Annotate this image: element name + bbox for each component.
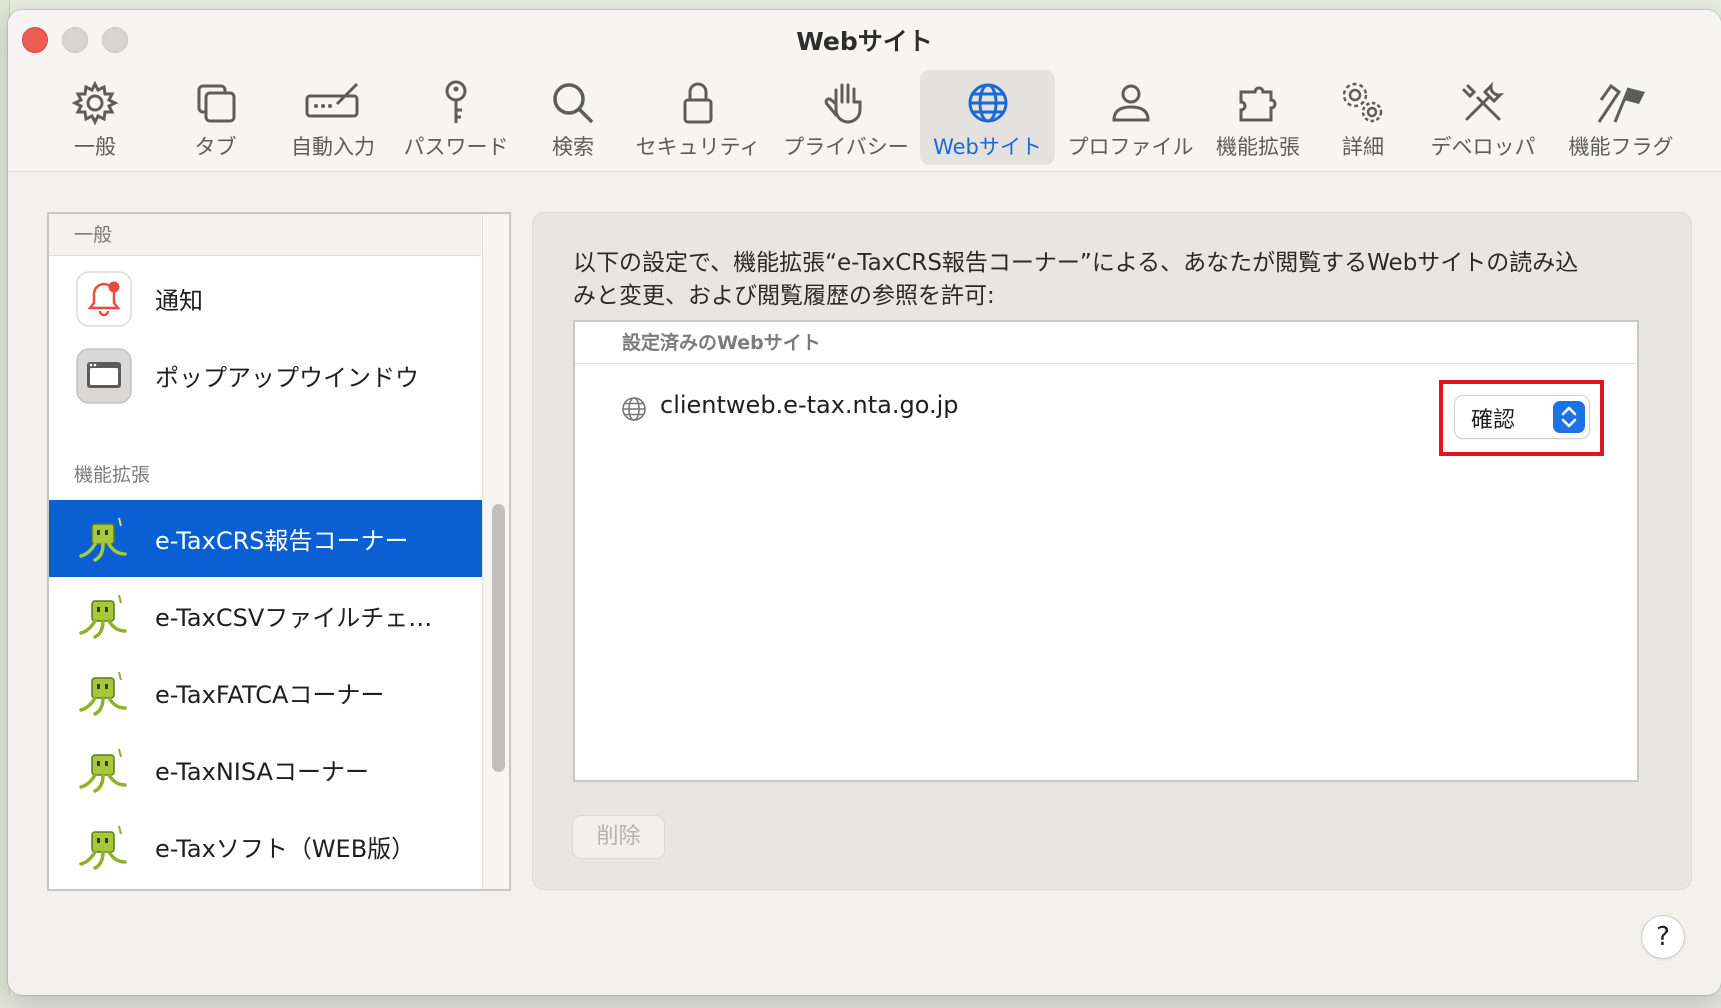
- person-icon: [1111, 84, 1150, 122]
- sidebar-item-etax-fatca[interactable]: e-TaxFATCAコーナー: [49, 654, 482, 731]
- desktop-background-bottom: [0, 995, 1721, 1008]
- sidebar-section-extensions: 機能拡張: [74, 464, 151, 486]
- toolbar-tab-security[interactable]: セキュリティ: [633, 70, 763, 165]
- key-icon: [445, 80, 467, 123]
- toolbar-label: プライバシー: [783, 135, 909, 159]
- permission-select-value: 確認: [1471, 408, 1516, 433]
- toolbar-tab-general[interactable]: 一般: [50, 70, 140, 165]
- toolbar-label: 機能フラグ: [1568, 135, 1674, 159]
- sidebar-item-etax-csv[interactable]: e-TaxCSVファイルチェ…: [49, 577, 482, 654]
- permission-description: 以下の設定で、機能拡張“e-TaxCRS報告コーナー”による、あなたが閲覧するW…: [573, 247, 1663, 313]
- delete-button[interactable]: 削除: [573, 816, 664, 858]
- toolbar-label: Webサイト: [933, 135, 1042, 159]
- toolbar-label: デベロッパ: [1430, 135, 1536, 159]
- toolbar-tab-feature-flags[interactable]: 機能フラグ: [1556, 70, 1686, 165]
- table-header: 設定済みのWebサイト: [575, 322, 1637, 364]
- description-line: みと変更、および閲覧履歴の参照を許可:: [573, 283, 995, 309]
- etax-mascot-icon: [79, 825, 127, 870]
- flags-icon: [1597, 83, 1645, 123]
- toolbar-tab-developer[interactable]: デベロッパ: [1428, 70, 1538, 165]
- sidebar-scrollbar-thumb[interactable]: [492, 504, 505, 772]
- toolbar-label: パスワード: [403, 135, 509, 159]
- settings-window: Webサイト 一般 タブ 自動入力 パスワード 検索 セキュリティ プライバシー…: [8, 10, 1721, 995]
- autofill-icon: [305, 82, 359, 118]
- toolbar-tab-websites[interactable]: Webサイト: [920, 70, 1055, 165]
- search-icon: [553, 83, 594, 124]
- sidebar-item-etax-crs[interactable]: e-TaxCRS報告コーナー: [49, 500, 482, 577]
- sidebar-item-etax-web[interactable]: e-Taxソフト（WEB版）: [49, 808, 482, 885]
- sidebar-item-label: e-TaxFATCAコーナー: [155, 681, 385, 709]
- toolbar-label: 自動入力: [291, 135, 375, 159]
- etax-mascot-icon: [79, 517, 127, 562]
- sidebar: 一般 通知 ポップアップウインドウ 機能拡張 e-TaxCRS報告コーナー e-…: [47, 212, 511, 891]
- sidebar-item-label: ポップアップウインドウ: [155, 364, 419, 392]
- toolbar-tab-extensions[interactable]: 機能拡張: [1208, 70, 1308, 165]
- gears-icon: [1342, 82, 1383, 123]
- window-title: Webサイト: [796, 27, 933, 56]
- help-button[interactable]: ?: [1642, 916, 1684, 958]
- toolbar-tab-privacy[interactable]: プライバシー: [780, 70, 912, 165]
- toolbar-label: プロファイル: [1067, 135, 1194, 159]
- website-settings-panel: 以下の設定で、機能拡張“e-TaxCRS報告コーナー”による、あなたが閲覧するW…: [532, 212, 1692, 890]
- etax-mascot-icon: [79, 748, 127, 793]
- chevron-updown-icon: [1553, 401, 1585, 433]
- toolbar-tab-passwords[interactable]: パスワード: [396, 70, 516, 165]
- toolbar-label: 詳細: [1342, 135, 1384, 159]
- toolbar-label: 一般: [74, 135, 116, 159]
- toolbar-label: タブ: [194, 135, 237, 159]
- lock-icon: [683, 82, 713, 124]
- notification-bell-icon: [76, 270, 132, 327]
- sidebar-item-label: e-Taxソフト（WEB版）: [155, 835, 416, 863]
- etax-mascot-icon: [79, 671, 127, 716]
- puzzle-icon: [1239, 86, 1277, 122]
- toolbar-tab-advanced[interactable]: 詳細: [1323, 70, 1403, 165]
- tabs-icon: [197, 84, 235, 123]
- toolbar-label: 機能拡張: [1216, 135, 1300, 159]
- permission-select[interactable]: 確認: [1455, 396, 1589, 438]
- sidebar-item-label: 通知: [155, 287, 203, 315]
- tools-icon: [1462, 81, 1505, 121]
- table-row[interactable]: clientweb.e-tax.nta.go.jp 確認: [575, 372, 1637, 456]
- site-domain: clientweb.e-tax.nta.go.jp: [660, 391, 959, 419]
- sidebar-item-label: e-TaxCRS報告コーナー: [155, 527, 409, 555]
- toolbar-label: 検索: [552, 135, 594, 159]
- sidebar-item-etax-nisa[interactable]: e-TaxNISAコーナー: [49, 731, 482, 808]
- sidebar-item-popup-windows[interactable]: ポップアップウインドウ: [49, 337, 482, 414]
- hand-icon: [824, 83, 862, 124]
- globe-icon: [622, 397, 646, 421]
- sidebar-item-label: e-TaxNISAコーナー: [155, 758, 369, 786]
- toolbar-tab-profiles[interactable]: プロファイル: [1067, 70, 1194, 165]
- gear-icon: [71, 80, 119, 126]
- configured-websites-table: 設定済みのWebサイト clientweb.e-tax.nta.go.jp 確認: [573, 320, 1639, 782]
- sidebar-section-general: 一般: [49, 214, 481, 256]
- sidebar-item-notifications[interactable]: 通知: [49, 260, 482, 337]
- title-bar: Webサイト 一般 タブ 自動入力 パスワード 検索 セキュリティ プライバシー…: [8, 10, 1721, 172]
- toolbar-tab-tabs[interactable]: タブ: [168, 70, 263, 165]
- toolbar-tab-search[interactable]: 検索: [528, 70, 618, 165]
- description-line: 以下の設定で、機能拡張“e-TaxCRS報告コーナー”による、あなたが閲覧するW…: [573, 250, 1579, 276]
- popup-window-icon: [76, 347, 132, 404]
- sidebar-item-label: e-TaxCSVファイルチェ…: [155, 604, 433, 632]
- etax-mascot-icon: [79, 594, 127, 639]
- toolbar-tab-autofill[interactable]: 自動入力: [278, 70, 388, 165]
- toolbar-label: セキュリティ: [635, 135, 761, 159]
- globe-icon: [968, 83, 1007, 123]
- sidebar-scrollbar[interactable]: [482, 214, 509, 889]
